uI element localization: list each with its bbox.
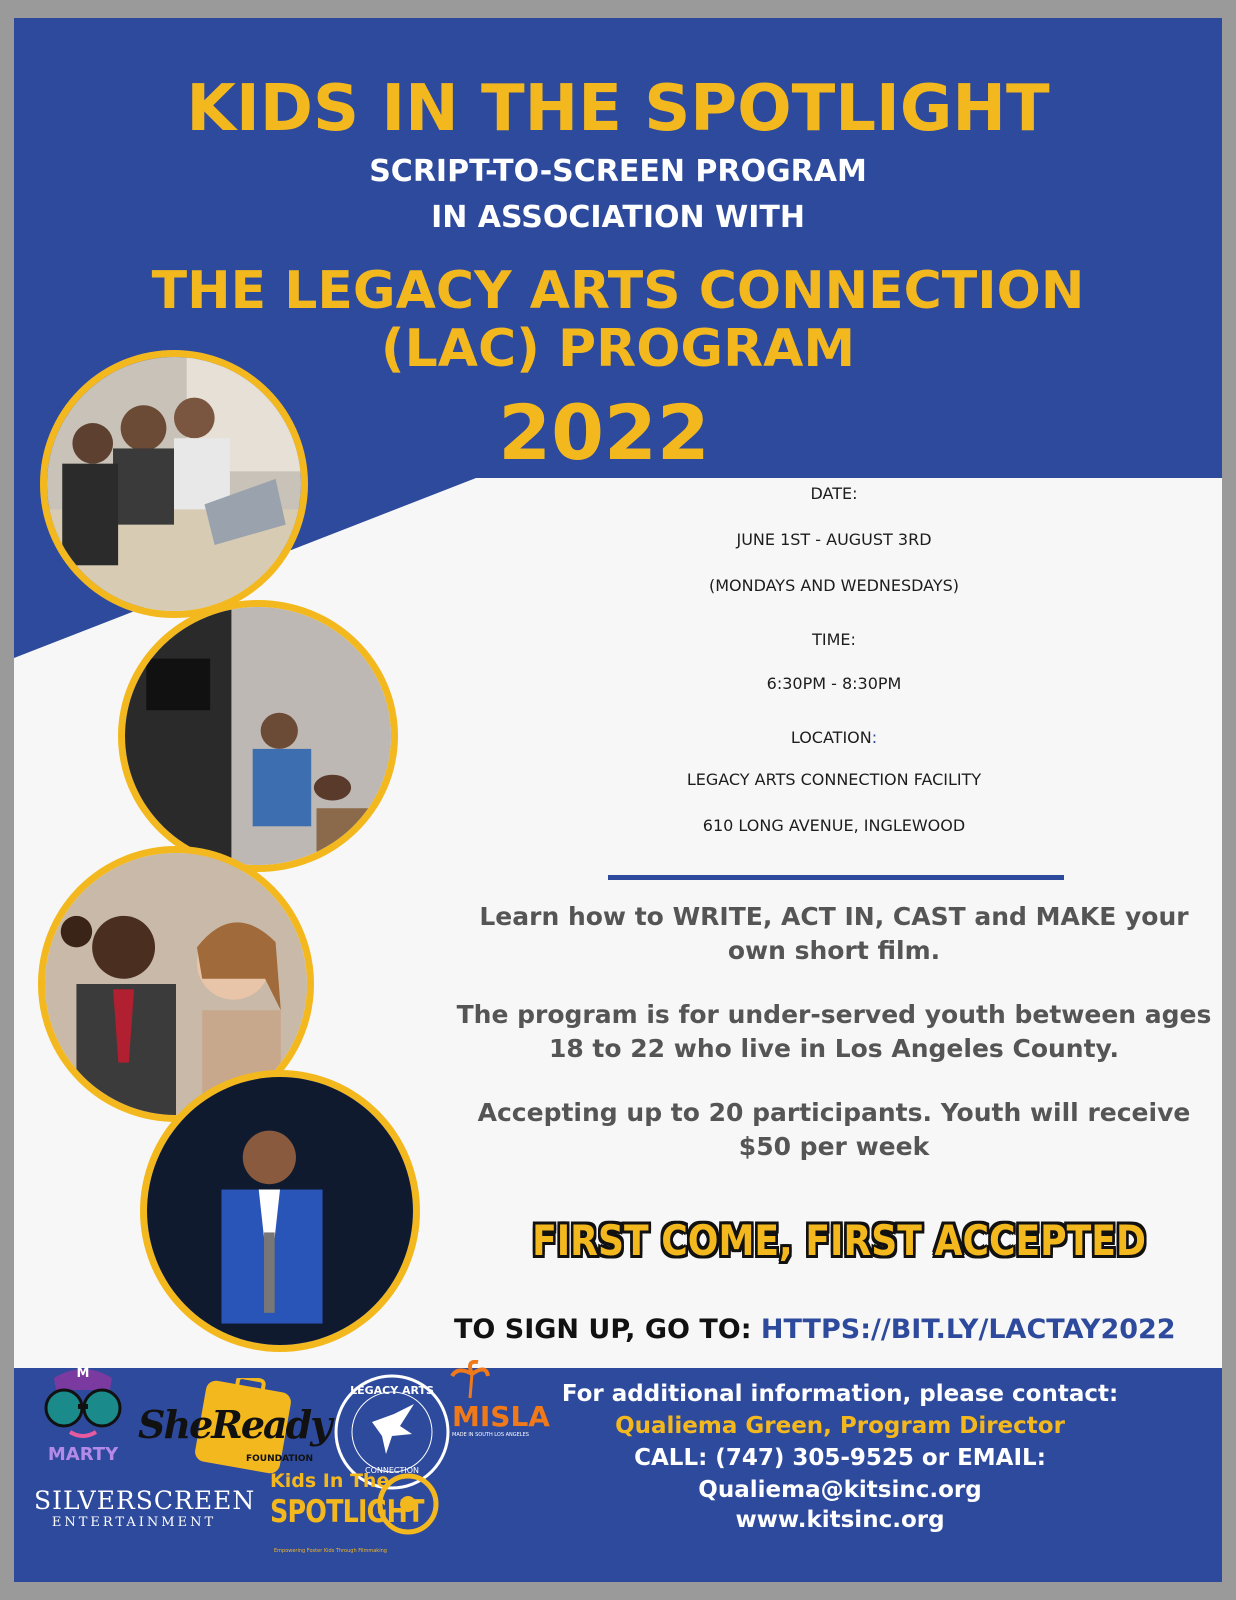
contact-intro: For additional information, please conta… bbox=[561, 1381, 1119, 1407]
silverscreen-wordmark: SILVERSCREEN bbox=[34, 1486, 256, 1515]
silverscreen-sub: ENTERTAINMENT bbox=[51, 1515, 217, 1530]
date-value: JUNE 1ST - AUGUST 3RD bbox=[736, 530, 932, 549]
marty-label: MARTY bbox=[47, 1444, 119, 1465]
sheready-logo: SheReady FOUNDATION bbox=[138, 1378, 332, 1478]
signup-line: TO SIGN UP, GO TO: HTTPS://BIT.LY/LACTAY… bbox=[454, 1314, 1222, 1345]
kits-bottom-text: SPOTLIGHT bbox=[270, 1494, 424, 1530]
contact-phone-email[interactable]: CALL: (747) 305-9525 or EMAIL: Qualiema@… bbox=[490, 1442, 1190, 1506]
sheready-sub: FOUNDATION bbox=[246, 1454, 314, 1464]
misla-wordmark: MISLA bbox=[452, 1400, 550, 1433]
photo-award-speaker bbox=[140, 1070, 420, 1352]
signup-link[interactable]: HTTPS://BIT.LY/LACTAY2022 bbox=[761, 1314, 1176, 1345]
marty-logo: M MARTY bbox=[34, 1356, 132, 1466]
description-para-2-line-1: The program is for under-served youth be… bbox=[456, 1000, 1212, 1029]
page-title: KIDS IN THE SPOTLIGHT bbox=[186, 72, 1050, 146]
flyer: KIDS IN THE SPOTLIGHT SCRIPT-TO-SCREEN P… bbox=[14, 18, 1222, 1582]
palm-tree-icon bbox=[450, 1360, 490, 1399]
description-para-3-line-2: $50 per week bbox=[738, 1132, 930, 1161]
date-days: (MONDAYS AND WEDNESDAYS) bbox=[708, 576, 960, 595]
date-label: DATE: bbox=[810, 484, 858, 503]
section-divider bbox=[608, 875, 1064, 880]
photo-film-set bbox=[118, 600, 398, 872]
location-line-1: LEGACY ARTS CONNECTION FACILITY bbox=[686, 770, 982, 789]
time-label: TIME: bbox=[812, 630, 856, 649]
subtitle-line-2: IN ASSOCIATION WITH bbox=[431, 200, 805, 235]
location-label: LOCATION: bbox=[444, 728, 1222, 747]
kits-logo: Kids In The SPOTLIGHT Empowering Foster … bbox=[266, 1466, 442, 1566]
contact-name: Qualiema Green, Program Director bbox=[615, 1413, 1065, 1439]
program-name-line-1: THE LEGACY ARTS CONNECTION bbox=[151, 261, 1085, 321]
description-para-1-line-2: own short film. bbox=[727, 936, 941, 965]
misla-sub: MADE IN SOUTH LOS ANGELES bbox=[452, 1432, 529, 1438]
kits-top-text: Kids In The bbox=[270, 1470, 390, 1492]
time-value: 6:30PM - 8:30PM bbox=[766, 674, 902, 693]
kits-tagline: Empowering Foster Kids Through Filmmakin… bbox=[274, 1548, 387, 1554]
description-para-2-line-2: 18 to 22 who live in Los Angeles County. bbox=[548, 1034, 1120, 1063]
location-label-text: LOCATION bbox=[790, 728, 872, 747]
website-link[interactable]: www.kitsinc.org bbox=[490, 1504, 1190, 1536]
sheready-wordmark: SheReady bbox=[138, 1402, 332, 1447]
silverscreen-logo: SILVERSCREEN ENTERTAINMENT bbox=[34, 1486, 256, 1546]
marty-badge: M bbox=[76, 1366, 90, 1381]
description-para-1-line-1: Learn how to WRITE, ACT IN, CAST and MAK… bbox=[479, 902, 1189, 931]
location-line-2: 610 LONG AVENUE, INGLEWOOD bbox=[702, 816, 966, 835]
signup-label: TO SIGN UP, GO TO: bbox=[454, 1314, 761, 1345]
first-come-callout: FIRST COME, FIRST ACCEPTED bbox=[532, 1216, 1146, 1265]
location-label-colon: : bbox=[871, 728, 878, 747]
misla-logo: MISLA MADE IN SOUTH LOS ANGELES bbox=[448, 1360, 564, 1442]
photo-students-laptop bbox=[40, 350, 308, 618]
legacy-arts-label: LEGACY ARTS bbox=[350, 1384, 434, 1397]
subtitle-line-1: SCRIPT-TO-SCREEN PROGRAM bbox=[369, 154, 867, 189]
description-para-3-line-1: Accepting up to 20 participants. Youth w… bbox=[477, 1098, 1191, 1127]
